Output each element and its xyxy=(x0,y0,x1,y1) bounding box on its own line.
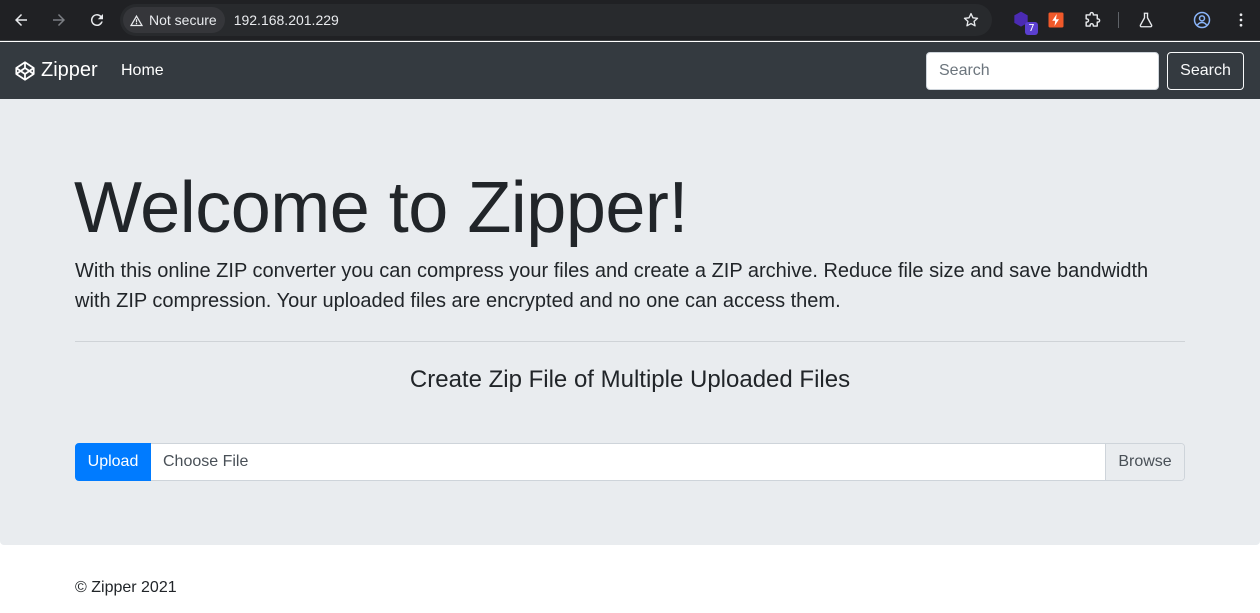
arrow-right-icon xyxy=(53,14,65,26)
extension-bolt-icon xyxy=(1048,12,1064,28)
lead-paragraph: With this online ZIP converter you can c… xyxy=(75,260,1149,312)
browser-toolbar: Not secure 192.168.201.229 7 xyxy=(0,0,1260,41)
back-button[interactable] xyxy=(3,2,39,38)
address-bar[interactable]: Not secure 192.168.201.229 xyxy=(120,4,992,36)
codepen-cube-icon xyxy=(15,60,35,81)
profile-button[interactable] xyxy=(1191,9,1213,31)
search-button[interactable]: Search xyxy=(1167,52,1244,90)
toolbar-divider xyxy=(1118,12,1119,28)
upload-form: Upload Choose File Browse xyxy=(75,443,1185,481)
extension-purple[interactable]: 7 xyxy=(1010,9,1038,35)
brand-name: Zipper xyxy=(41,59,98,81)
url-text: 192.168.201.229 xyxy=(233,12,339,28)
extension-badge: 7 xyxy=(1025,22,1038,35)
extensions-menu-button[interactable] xyxy=(1081,9,1103,31)
forward-button[interactable] xyxy=(41,2,77,38)
nav-home-link[interactable]: Home xyxy=(121,42,164,99)
profile-icon xyxy=(1193,11,1211,29)
warning-triangle-icon xyxy=(129,14,144,26)
jumbotron: Welcome to Zipper! With this online ZIP … xyxy=(0,99,1260,545)
upload-button[interactable]: Upload xyxy=(75,443,151,481)
file-input[interactable]: Choose File Browse xyxy=(151,443,1185,481)
reload-icon xyxy=(90,14,103,27)
security-chip[interactable]: Not secure xyxy=(123,7,225,33)
page-title: Welcome to Zipper! xyxy=(74,168,688,248)
browse-button[interactable]: Browse xyxy=(1105,444,1184,480)
kebab-menu-icon xyxy=(1239,13,1243,27)
footer-copyright: © Zipper 2021 xyxy=(75,579,177,596)
flask-icon xyxy=(1139,12,1153,28)
search-input[interactable] xyxy=(926,52,1159,90)
divider xyxy=(75,341,1185,342)
browser-menu-button[interactable] xyxy=(1230,9,1252,31)
star-icon[interactable] xyxy=(962,11,980,29)
brand-link[interactable]: Zipper xyxy=(14,42,98,99)
site-navbar: Zipper Home Search xyxy=(0,42,1260,99)
puzzle-icon xyxy=(1084,11,1100,27)
security-label: Not secure xyxy=(149,12,217,28)
labs-button[interactable] xyxy=(1135,9,1157,31)
file-input-label: Choose File xyxy=(163,453,249,470)
arrow-left-icon xyxy=(15,14,27,26)
extension-orange[interactable] xyxy=(1045,9,1067,31)
section-title: Create Zip File of Multiple Uploaded Fil… xyxy=(409,366,851,393)
reload-button[interactable] xyxy=(79,2,115,38)
